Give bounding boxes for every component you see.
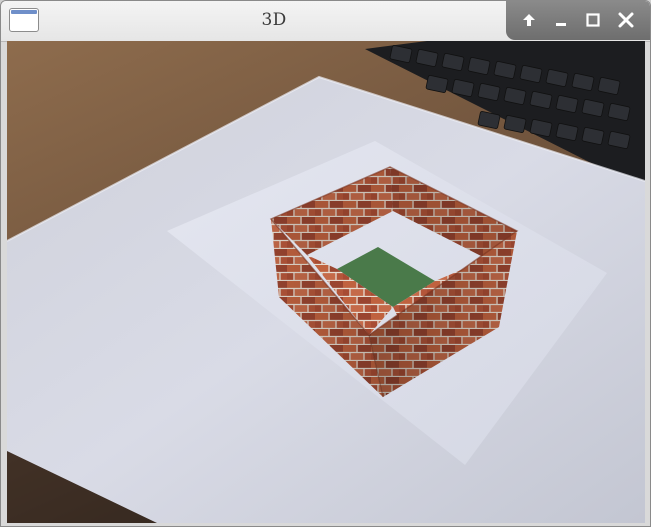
minimize-icon[interactable] xyxy=(550,9,572,31)
maximize-icon[interactable] xyxy=(582,9,604,31)
app-window: 3D xyxy=(0,0,651,527)
ar-scene xyxy=(7,41,645,523)
window-controls xyxy=(506,1,650,40)
title-bar[interactable]: 3D xyxy=(1,1,650,42)
arrow-up-icon[interactable] xyxy=(518,9,540,31)
3d-viewport[interactable] xyxy=(7,41,645,523)
window-title: 3D xyxy=(261,10,287,30)
close-icon[interactable] xyxy=(615,9,637,31)
